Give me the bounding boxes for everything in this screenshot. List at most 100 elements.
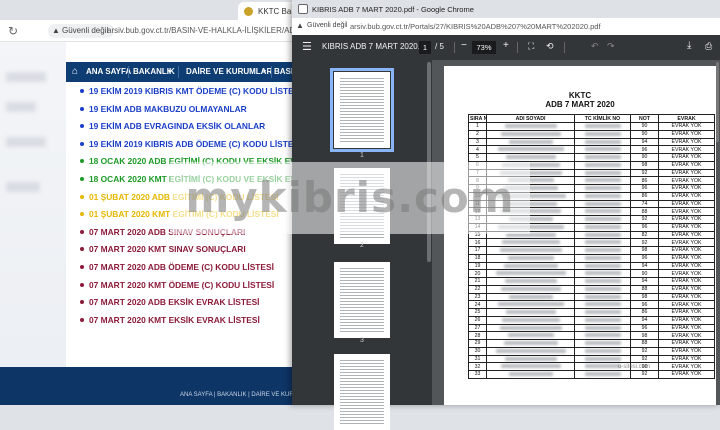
- redaction-bar: [584, 224, 621, 229]
- reload-icon[interactable]: ↻: [8, 24, 18, 38]
- page-thumbnail[interactable]: [334, 354, 390, 430]
- zoom-in-button[interactable]: +: [503, 40, 509, 51]
- bg-address-bar: ↻ ▲ Güvenli değil arsiv.bub.gov.ct.tr/BA…: [0, 20, 320, 42]
- cell-not: 96: [630, 253, 659, 263]
- cell-name-redacted: [486, 339, 575, 348]
- watermark-small: u-sitesi.com: [618, 364, 651, 370]
- home-icon[interactable]: ⌂: [72, 66, 78, 77]
- pdf-security-chip[interactable]: ▲ Güvenli değil: [296, 20, 347, 33]
- cell-not: 88: [630, 339, 659, 348]
- redaction-bar: [584, 248, 621, 252]
- cell-evrak: EVRAK YOK: [658, 346, 715, 356]
- pdf-url-text[interactable]: arsiv.bub.gov.ct.tr/Portals/27/KIBRIS%20…: [350, 22, 601, 31]
- cell-tc-redacted: [574, 222, 631, 232]
- redaction-bar: [497, 302, 564, 307]
- cell-evrak: EVRAK YOK: [658, 207, 715, 216]
- nav-daire[interactable]: DAİRE VE KURUMLAR: [186, 67, 272, 76]
- bullet-icon: [80, 264, 84, 269]
- print-icon[interactable]: ⎙: [705, 41, 712, 52]
- cell-sira: 21: [468, 277, 487, 286]
- page-number-input[interactable]: 1: [419, 41, 431, 54]
- cell-sira: 33: [468, 370, 487, 379]
- redaction-bar: [500, 364, 561, 369]
- download-icon[interactable]: ⤓: [687, 40, 691, 51]
- cell-not: 86: [630, 176, 659, 185]
- cell-name-redacted: [486, 253, 575, 263]
- redaction-bar: [503, 263, 558, 268]
- nav-home[interactable]: ANA SAYFA: [86, 67, 131, 76]
- cell-evrak: EVRAK YOK: [658, 323, 715, 333]
- site-nav-bar: ⌂ ANA SAYFA BAKANLIK ▾ DAİRE VE KURUMLAR…: [66, 62, 299, 82]
- cell-tc-redacted: [574, 300, 631, 309]
- chevron-down-icon: ▾: [263, 69, 267, 75]
- blurred-sidebar: [0, 42, 66, 367]
- cell-sira: 2: [468, 129, 487, 139]
- cell-tc-redacted: [574, 339, 631, 348]
- cell-name-redacted: [486, 315, 575, 325]
- table-row: 25 86 EVRAK YOK: [468, 308, 715, 317]
- redaction-bar: [584, 325, 621, 330]
- cell-not: 94: [630, 137, 659, 147]
- redaction-bar: [584, 178, 621, 183]
- blur-block: [6, 72, 46, 82]
- page-scrollbar[interactable]: [716, 62, 719, 142]
- cell-name-redacted: [486, 153, 575, 162]
- table-row: 27 96 EVRAK YOK: [468, 323, 715, 333]
- redaction-bar: [584, 193, 621, 198]
- document-link[interactable]: 19 EKİM 2019 KIBRIS KMT ÖDEME (C) KODU L…: [80, 86, 292, 104]
- thumbnail-content: [340, 360, 384, 424]
- cell-not: 94: [630, 315, 659, 325]
- page-thumbnail[interactable]: [330, 68, 394, 152]
- thumbnail-number: 1: [360, 152, 364, 159]
- bullet-icon: [80, 159, 84, 164]
- undo-icon[interactable]: ↶: [591, 41, 599, 52]
- cell-not: 98: [630, 246, 659, 255]
- table-header-row: SIRA N ADI SOYADI TC KİMLİK NO NOT EVRAK: [468, 114, 715, 123]
- redaction-bar: [499, 325, 562, 330]
- cell-name-redacted: [486, 269, 575, 278]
- cell-evrak: EVRAK YOK: [658, 238, 715, 247]
- bg-tab[interactable]: KKTC Ba: [238, 2, 298, 20]
- redaction-bar: [503, 341, 558, 345]
- zoom-out-button[interactable]: −: [461, 40, 467, 51]
- cell-sira: 17: [468, 246, 487, 255]
- cell-sira: 18: [468, 253, 487, 263]
- cell-not: 90: [630, 153, 659, 162]
- document-link[interactable]: 07 MART 2020 ADB EKSİK EVRAK LİSTESİ: [80, 297, 292, 315]
- cell-evrak: EVRAK YOK: [658, 176, 715, 185]
- cell-not: 94: [630, 277, 659, 286]
- document-link-label: 19 EKİM 2019 KIBRIS KMT ÖDEME (C) KODU L…: [89, 86, 292, 96]
- document-link[interactable]: 19 EKİM 2019 KIBRIS ADB ÖDEME (C) KODU L…: [80, 139, 292, 157]
- bg-url-text[interactable]: arsiv.bub.gov.ct.tr/BASIN-VE-HALKLA-İLİŞ…: [107, 26, 320, 35]
- document-link[interactable]: 19 EKİM ADB EVRAGINDA EKSİK OLANLAR: [80, 121, 292, 139]
- redaction-bar: [507, 255, 554, 260]
- redaction-bar: [584, 201, 621, 206]
- redaction-bar: [584, 317, 621, 322]
- cell-tc-redacted: [574, 168, 631, 178]
- document-link[interactable]: 07 MART 2020 KMT EKSİK EVRAK LİSTESİ: [80, 315, 292, 333]
- redaction-bar: [584, 286, 621, 291]
- document-link[interactable]: 07 MART 2020 KMT ÖDEME (C) KODU LİSTESİ: [80, 280, 292, 298]
- redaction-bar: [584, 240, 621, 245]
- cell-name-redacted: [486, 261, 575, 271]
- cell-tc-redacted: [574, 292, 631, 302]
- bg-security-chip[interactable]: ▲ Güvenli değil: [48, 24, 115, 38]
- document-link[interactable]: 07 MART 2020 ADB ÖDEME (C) KODU LİSTESİ: [80, 262, 292, 280]
- cell-evrak: EVRAK YOK: [658, 277, 715, 286]
- page-thumbnail[interactable]: [334, 262, 390, 338]
- cell-evrak: EVRAK YOK: [658, 292, 715, 302]
- redo-icon[interactable]: ↷: [607, 41, 615, 52]
- menu-icon[interactable]: ☰: [302, 40, 312, 53]
- zoom-level[interactable]: 73%: [472, 41, 496, 54]
- cell-tc-redacted: [574, 346, 631, 356]
- warning-icon: ▲: [52, 26, 60, 35]
- document-link[interactable]: 19 EKİM ADB MAKBUZU OLMAYANLAR: [80, 104, 292, 122]
- col-header-name: ADI SOYADI: [486, 114, 575, 123]
- document-link[interactable]: 07 MART 2020 KMT SINAV SONUÇLARI: [80, 244, 292, 262]
- cell-tc-redacted: [574, 238, 631, 247]
- cell-name-redacted: [486, 370, 575, 379]
- cell-evrak: EVRAK YOK: [658, 253, 715, 263]
- watermark: mykibris.com: [170, 162, 530, 234]
- rotate-icon[interactable]: ⟲: [546, 41, 554, 52]
- fit-page-icon[interactable]: ⛶: [528, 41, 534, 52]
